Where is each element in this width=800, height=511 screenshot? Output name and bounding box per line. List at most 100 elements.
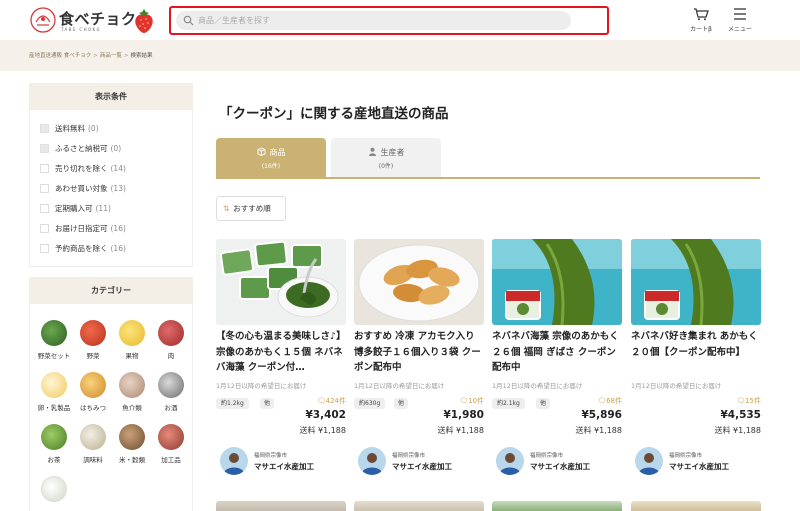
review-count-text: 15件 — [745, 397, 761, 405]
product-image-next-row[interactable] — [631, 501, 761, 511]
breadcrumb-home[interactable]: 産地直送通販 食べチョク — [29, 53, 91, 59]
product-name[interactable]: ネバネバ海藻 宗像のあかもく２６個 福岡 ぎばさ クーポン配布中 — [492, 329, 622, 375]
unit-badge: 他 — [260, 398, 275, 409]
review-count-text: 10件 — [468, 397, 484, 405]
filter-label: 予約商品を除く — [55, 244, 108, 253]
product-price: ¥5,896 — [581, 409, 622, 421]
breadcrumb-current: 検索結果 — [130, 53, 153, 59]
category-processed[interactable]: 加工品 — [153, 424, 189, 470]
vegetables-icon — [80, 320, 106, 346]
producer-name[interactable]: マサエイ水産加工 — [392, 461, 452, 472]
product-image[interactable] — [354, 239, 484, 325]
product-name[interactable]: ネバネバ好き集まれ あかもく２０個【クーポン配布中】 — [631, 329, 761, 375]
filter-count: (14) — [110, 164, 126, 173]
checkbox[interactable] — [40, 164, 49, 173]
fruits-icon — [119, 320, 145, 346]
search-input[interactable] — [198, 12, 558, 29]
category-seasoning[interactable]: 調味料 — [75, 424, 111, 470]
flower-icon — [41, 476, 67, 502]
checkbox[interactable] — [40, 244, 49, 253]
review-count[interactable]: 🗨10件 — [459, 396, 484, 406]
product-image[interactable] — [492, 239, 622, 325]
producer-name[interactable]: マサエイ水産加工 — [669, 461, 729, 472]
product-card[interactable]: ネバネバ海藻 宗像のあかもく２６個 福岡 ぎばさ クーポン配布中 1月12日以降… — [492, 239, 622, 479]
producer-avatar[interactable] — [358, 447, 386, 475]
unit-badge: 他 — [536, 398, 551, 409]
product-name[interactable]: 【冬の心も温まる美味しさ♪】宗像のあかもく１５個 ネバネバ海藻 クーポン付… — [216, 329, 346, 375]
filter-label: あわせ買い対象 — [55, 184, 108, 193]
product-card[interactable]: おすすめ 冷凍 アカモク入り博多餃子１６個入り３袋 クーポン配布中 1月12日以… — [354, 239, 484, 479]
filter-count: (16) — [110, 224, 126, 233]
filter-label: 定期購入可 — [55, 204, 93, 213]
category-seafood[interactable]: 魚介類 — [114, 372, 150, 418]
category-honey[interactable]: はちみつ — [75, 372, 111, 418]
person-icon — [368, 147, 376, 156]
categories-panel: 野菜セット 野菜 果物 肉 卵・乳製品 はちみつ 魚介類 お酒 お茶 調味料 米… — [29, 304, 193, 511]
category-tea[interactable]: お茶 — [36, 424, 72, 470]
producer-prefecture: 福岡県宗像市 — [669, 453, 703, 459]
search-bar[interactable] — [176, 11, 571, 30]
categories-heading: カテゴリー — [29, 277, 193, 304]
shipping-fee: 送料 ¥1,188 — [714, 426, 761, 435]
producer-name[interactable]: マサエイ水産加工 — [530, 461, 590, 472]
product-image-next-row[interactable] — [354, 501, 484, 511]
cart-button[interactable]: カートβ — [681, 6, 721, 34]
category-label: 魚介類 — [122, 404, 142, 412]
category-eggs-dairy[interactable]: 卵・乳製品 — [36, 372, 72, 418]
product-image-next-row[interactable] — [492, 501, 622, 511]
category-label: 卵・乳製品 — [37, 404, 71, 412]
search-icon — [183, 15, 194, 26]
category-alcohol[interactable]: お酒 — [153, 372, 189, 418]
checkbox[interactable] — [40, 124, 49, 133]
product-image-next-row[interactable] — [216, 501, 346, 511]
tab-products[interactable]: 商品 (16件) — [216, 138, 326, 177]
category-label: 野菜 — [86, 352, 100, 360]
category-meat[interactable]: 肉 — [153, 320, 189, 366]
producer-avatar[interactable] — [496, 447, 524, 475]
sort-label: おすすめ順 — [233, 204, 271, 213]
product-card[interactable]: ネバネバ好き集まれ あかもく２０個【クーポン配布中】 1月12日以降の希望日にお… — [631, 239, 761, 479]
checkbox[interactable] — [40, 144, 49, 153]
breadcrumb: 産地直送通販 食べチョク > 商品一覧 > 検索結果 — [29, 53, 153, 59]
category-label: 野菜セット — [37, 352, 71, 360]
breadcrumb-products[interactable]: 商品一覧 — [100, 53, 122, 59]
filter-count: (16) — [110, 244, 126, 253]
category-fruits[interactable]: 果物 — [114, 320, 150, 366]
page-title: 「クーポン」に関する産地直送の商品 — [219, 106, 449, 122]
checkbox[interactable] — [40, 224, 49, 233]
producer-avatar[interactable] — [635, 447, 663, 475]
alcohol-icon — [158, 372, 184, 398]
product-image[interactable] — [216, 239, 346, 325]
hamburger-icon — [734, 8, 746, 20]
review-count-text: 424件 — [325, 397, 346, 405]
category-rice-grains[interactable]: 米・穀類 — [114, 424, 150, 470]
review-count[interactable]: 🗨424件 — [317, 396, 346, 406]
checkbox[interactable] — [40, 204, 49, 213]
menu-button[interactable]: メニュー — [720, 6, 760, 34]
category-vegetable-set[interactable]: 野菜セット — [36, 320, 72, 366]
delivery-note: 1月12日以降の希望日にお届け — [492, 382, 583, 390]
product-name[interactable]: おすすめ 冷凍 アカモク入り博多餃子１６個入り３袋 クーポン配布中 — [354, 329, 484, 375]
logo-subtext: TABE CHOKU — [61, 27, 101, 32]
category-label: 加工品 — [161, 456, 181, 464]
producer-name[interactable]: マサエイ水産加工 — [254, 461, 314, 472]
producer-avatar[interactable] — [220, 447, 248, 475]
delivery-note: 1月12日以降の希望日にお届け — [216, 382, 307, 390]
logo-mark-icon — [30, 7, 56, 33]
product-image[interactable] — [631, 239, 761, 325]
tab-producers[interactable]: 生産者 (0件) — [331, 138, 441, 177]
checkbox[interactable] — [40, 184, 49, 193]
sort-button[interactable]: ⇅ おすすめ順 — [216, 196, 286, 221]
filter-label: 送料無料 — [55, 124, 85, 133]
filter-label: ふるさと納税可 — [55, 144, 108, 153]
logo[interactable]: 食べチョク TABE CHOKU — [29, 5, 157, 35]
category-more[interactable] — [36, 476, 72, 511]
review-count[interactable]: 🗨15件 — [736, 396, 761, 406]
honey-icon — [80, 372, 106, 398]
category-vegetables[interactable]: 野菜 — [75, 320, 111, 366]
strawberry-icon — [135, 9, 153, 33]
shipping-fee: 送料 ¥1,188 — [299, 426, 346, 435]
product-price: ¥3,402 — [305, 409, 346, 421]
product-card[interactable]: 【冬の心も温まる美味しさ♪】宗像のあかもく１５個 ネバネバ海藻 クーポン付… 1… — [216, 239, 346, 479]
review-count[interactable]: 🗨68件 — [597, 396, 622, 406]
